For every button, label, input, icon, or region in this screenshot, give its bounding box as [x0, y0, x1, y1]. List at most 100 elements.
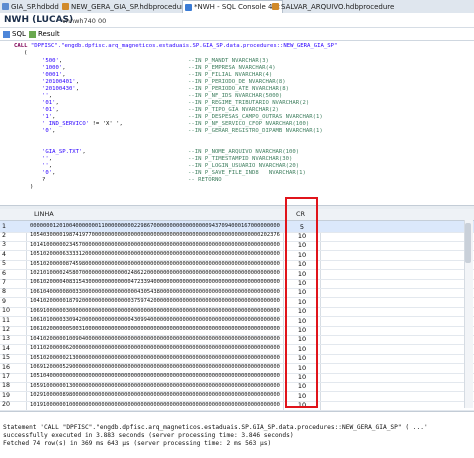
tab-new-gera-gia-sp[interactable]: NEW_GERA_GIA_SP.hdbprocedure	[62, 1, 188, 12]
highlight-box	[285, 197, 318, 408]
code-comment: --IN P_PERIODO_ATE NVARCHAR(8)	[188, 86, 290, 92]
sql-punct: ,	[48, 163, 53, 169]
table-row[interactable]: 20 10191000000100000000000000000000000000…	[0, 400, 474, 412]
code-line: '0',	[42, 170, 55, 176]
cell-linha[interactable]: 1061020000005003100000000000000000000000…	[30, 326, 280, 332]
code-line: '',	[42, 156, 52, 162]
row-number: 17	[2, 372, 11, 380]
code-line: CALL "DPFISC"."engdb.dpfisc.arq_magnetic…	[14, 43, 337, 49]
sql-string: '20100430'	[42, 86, 76, 92]
row-number: 13	[2, 335, 11, 343]
code-line: '',	[42, 163, 52, 169]
sql-string: ' IND_SERVICO'	[42, 121, 90, 127]
code-line: '1',	[42, 114, 55, 120]
sql-string: '01'	[42, 107, 56, 113]
file-icon	[2, 3, 9, 10]
cell-linha[interactable]: 1051020000021300000000000000000000000000…	[30, 355, 280, 361]
sql-punct: ,	[52, 170, 56, 176]
host-label: vhnwh740 00	[62, 17, 107, 25]
code-line: '01',	[42, 107, 59, 113]
tab-sql-console[interactable]: *NWH - SQL Console 4 ✕	[182, 0, 284, 13]
sql-punct: ,	[55, 100, 59, 106]
cell-linha[interactable]: 1029100000898000000000000000000000000000…	[30, 392, 280, 398]
sql-punct: ,	[75, 79, 80, 85]
sql-editor[interactable]: CALL "DPFISC"."engdb.dpfisc.arq_magnetic…	[0, 40, 474, 206]
tab-label: *NWH - SQL Console 4	[194, 3, 273, 11]
code-line: '0001',	[42, 72, 66, 78]
cell-linha[interactable]: 1069120000529000000000000000000000000000…	[30, 364, 280, 370]
cell-linha[interactable]: 1061010000330942000000000000000430994000…	[30, 317, 280, 323]
code-comment: -- RETORNO	[188, 177, 222, 183]
sql-string: '500'	[42, 58, 59, 64]
scrollbar-thumb[interactable]	[465, 223, 471, 263]
tab-gia-sp-hdbdd[interactable]: GIA_SP.hdbdd	[2, 1, 59, 12]
row-number: 7	[2, 278, 7, 286]
code-line: (	[24, 50, 27, 56]
sql-placeholder: ?	[42, 177, 46, 183]
sql-string: '20100401'	[42, 79, 76, 85]
row-number: 10	[2, 307, 11, 315]
code-line: ?	[42, 177, 45, 183]
sql-punct: )	[30, 184, 34, 190]
cell-linha[interactable]: 0000000120100400000001100000000022986700…	[30, 223, 280, 229]
code-comment: --IN P_GERAR_REGISTRO_DIPAMB NVARCHAR(1)	[188, 128, 323, 134]
sql-punct: ,	[52, 128, 56, 134]
sql-punct: ,	[58, 58, 63, 64]
sql-punct: (	[24, 50, 28, 56]
sql-punct: ,	[62, 65, 66, 71]
cell-linha[interactable]: 1061040000080033000000000000000004305438…	[30, 289, 280, 295]
tab-salvar-arquivo[interactable]: SALVAR_ARQUIVO.hdbprocedure	[272, 1, 394, 12]
column-header-linha[interactable]: LINHA	[34, 210, 54, 218]
code-line: '0',	[42, 128, 55, 134]
code-line: '20100401',	[42, 79, 79, 85]
cell-linha[interactable]: 1069100000030000000000000000000000000000…	[30, 308, 280, 314]
sql-keyword: CALL	[14, 43, 31, 49]
sql-punct: != 'X' ',	[89, 121, 123, 127]
tab-sql[interactable]: SQL	[3, 29, 26, 39]
tab-label: GIA_SP.hdbdd	[11, 2, 59, 11]
cell-linha[interactable]: 1041020000010090400000000000000000000000…	[30, 336, 280, 342]
code-line: )	[30, 184, 33, 190]
cell-linha[interactable]: 1014100000023457000000000000000000000000…	[30, 242, 280, 248]
cell-linha[interactable]: 1059100000013000000000000000000000000000…	[30, 383, 280, 389]
code-line: '500',	[42, 58, 62, 64]
row-number: 1	[2, 222, 7, 230]
row-number: 8	[2, 288, 7, 296]
sql-string: ''	[42, 163, 49, 169]
row-number: 4	[2, 250, 7, 258]
tab-result[interactable]: Result	[29, 29, 60, 39]
cell-linha[interactable]: 1051020000087459800000000000000000000000…	[30, 261, 280, 267]
code-line: '',	[42, 93, 52, 99]
procedure-icon	[272, 3, 279, 10]
cell-linha[interactable]: 1054030000198741977000000000000000000000…	[30, 232, 280, 238]
tab-label: NEW_GERA_GIA_SP.hdbprocedure	[71, 2, 189, 11]
sql-string: "DPFISC"."engdb.dpfisc.arq_magneticos.es…	[30, 43, 338, 49]
cell-linha[interactable]: 1051040000000000000000000000000000000000…	[30, 373, 280, 379]
editor-tab-bar: GIA_SP.hdbdd NEW_GERA_GIA_SP.hdbprocedur…	[0, 0, 474, 14]
code-comment: --IN P_NOME_ARQUIVO NVARCHAR(100)	[188, 149, 300, 155]
cell-linha[interactable]: 1021010000245807000000000000002486220000…	[30, 270, 280, 276]
code-comment: --IN P_DESPESAS_CAMPO_OUTRAS NVARCHAR(1)	[188, 114, 323, 120]
cell-linha[interactable]: 1011020000062000000000000000000000000000…	[30, 345, 280, 351]
row-number: 12	[2, 325, 11, 333]
code-line: ' IND_SERVICO' != 'X' ',	[42, 121, 123, 127]
code-comment: --IN P_PERIODO_DE NVARCHAR(8)	[188, 79, 286, 85]
result-grid-icon	[29, 30, 36, 38]
code-comment: --IN P_TIPO_GIA NVARCHAR(2)	[188, 107, 279, 113]
row-number: 15	[2, 354, 11, 362]
code-comment: --IN P_EMPRESA NVARCHAR(4)	[188, 65, 276, 71]
cell-linha[interactable]: 1051020000633331200000000000000000000000…	[30, 251, 280, 257]
row-number: 6	[2, 269, 7, 277]
sql-punct: ,	[48, 93, 53, 99]
cell-linha[interactable]: 1041020000018792000000000000000375974200…	[30, 298, 280, 304]
code-comment: --IN P_REGIME_TRIBUTARIO NVARCHAR(2)	[188, 100, 310, 106]
grid-header: LINHA CR	[0, 209, 474, 221]
row-number: 14	[2, 344, 11, 352]
console-line: Fetched 74 row(s) in 369 ms 643 µs (serv…	[3, 440, 272, 447]
cell-linha[interactable]: 1019100000010000000000000000000000000000…	[30, 402, 280, 408]
code-line: '20100430',	[42, 86, 79, 92]
procedure-icon	[62, 3, 69, 10]
row-number: 9	[2, 297, 7, 305]
row-number: 20	[2, 401, 11, 409]
cell-linha[interactable]: 1061020000408315430000000000000472339400…	[30, 279, 280, 285]
